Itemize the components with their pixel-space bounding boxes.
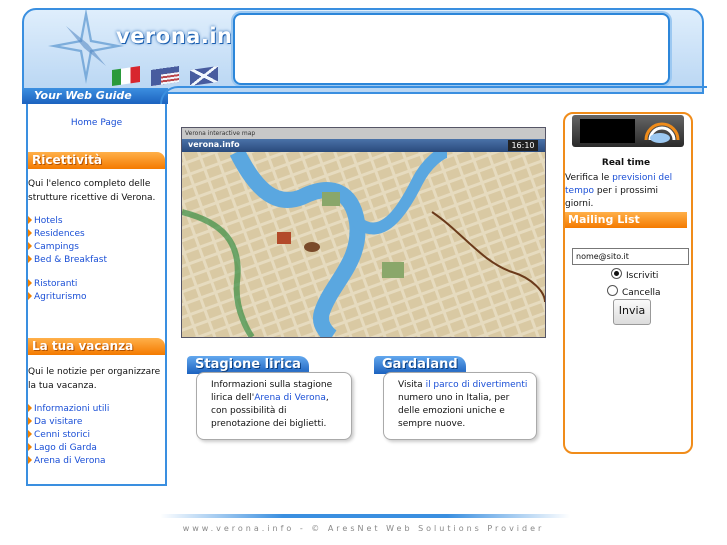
campings-link[interactable]: Campings	[34, 242, 79, 252]
arena-di-verona-inline-link[interactable]: Arena di Verona	[254, 393, 326, 403]
weather-screen	[580, 119, 635, 143]
map-image[interactable]	[182, 152, 545, 337]
cancel-radio[interactable]	[607, 285, 618, 296]
vacanza-heading: La tua vacanza	[28, 338, 165, 355]
cancel-option[interactable]: Cancella	[607, 285, 661, 298]
web-guide-label: Your Web Guide	[34, 89, 132, 102]
lago-di-garda-link[interactable]: Lago di Garda	[34, 443, 97, 453]
ad-banner[interactable]	[233, 13, 670, 85]
footer-divider	[160, 514, 570, 518]
weather-widget[interactable]	[572, 115, 684, 147]
footer-text: www.verona.info - © AresNet Web Solution…	[182, 524, 545, 533]
map-brand: verona.info	[188, 140, 240, 149]
home-page-link-text[interactable]: Home Page	[71, 118, 122, 128]
subscribe-label: Iscriviti	[626, 271, 659, 281]
gardaland-box: Visita il parco di divertimenti numero u…	[383, 372, 537, 440]
gardaland-text-2: numero uno in Italia, per delle emozioni…	[398, 393, 510, 429]
parco-divertimenti-link[interactable]: il parco di divertimenti	[426, 380, 528, 390]
agriturismo-link[interactable]: Agriturismo	[34, 292, 86, 302]
language-flags	[112, 66, 226, 87]
realtime-title: Real time	[601, 158, 651, 168]
stagione-lirica-box: Informazioni sulla stagione lirica dell'…	[196, 372, 352, 440]
ricettivita-text: Qui l'elenco completo delle strutture ri…	[28, 179, 156, 203]
ricettivita-heading: Ricettività	[28, 152, 165, 169]
residences-link[interactable]: Residences	[34, 229, 85, 239]
realtime-text-1: Verifica le	[565, 173, 613, 183]
map-clock: 16:10	[508, 140, 538, 151]
subscribe-radio[interactable]	[611, 268, 622, 279]
home-page-link[interactable]: Home Page	[28, 118, 165, 128]
content-frame-border	[160, 86, 707, 108]
subscribe-option[interactable]: Iscriviti	[611, 268, 658, 281]
gardaland-text-1: Visita	[398, 380, 426, 390]
uk-flag-icon[interactable]	[189, 66, 218, 86]
vacanza-text: Qui le notizie per organizzare la tua va…	[28, 367, 161, 391]
invia-button[interactable]: Invia	[613, 299, 651, 325]
interactive-map[interactable]: Verona interactive map verona.info 16:10	[181, 127, 546, 338]
bed-breakfast-link[interactable]: Bed & Breakfast	[34, 255, 107, 265]
informazioni-utili-link[interactable]: Informazioni utili	[34, 404, 109, 414]
map-title: Verona interactive map	[182, 128, 545, 139]
hotels-link[interactable]: Hotels	[34, 216, 63, 226]
cancel-label: Cancella	[622, 288, 661, 298]
sidebar: Home Page Ricettività Qui l'elenco compl…	[26, 104, 167, 486]
mailing-list-heading: Mailing List	[565, 212, 687, 228]
ristoranti-link[interactable]: Ristoranti	[34, 279, 77, 289]
da-visitare-link[interactable]: Da visitare	[34, 417, 82, 427]
ricettivita-links: Hotels Residences Campings Bed & Breakfa…	[28, 215, 165, 304]
email-field[interactable]: nome@sito.it	[572, 248, 689, 265]
cenni-storici-link[interactable]: Cenni storici	[34, 430, 90, 440]
realtime-text: Verifica le previsioni del tempo per i p…	[565, 172, 689, 211]
weather-icon	[644, 122, 680, 143]
us-flag-icon[interactable]	[150, 66, 179, 86]
arena-di-verona-link[interactable]: Arena di Verona	[34, 456, 106, 466]
vacanza-links: Informazioni utili Da visitare Cenni sto…	[28, 403, 165, 468]
italian-flag-icon[interactable]	[112, 66, 140, 86]
